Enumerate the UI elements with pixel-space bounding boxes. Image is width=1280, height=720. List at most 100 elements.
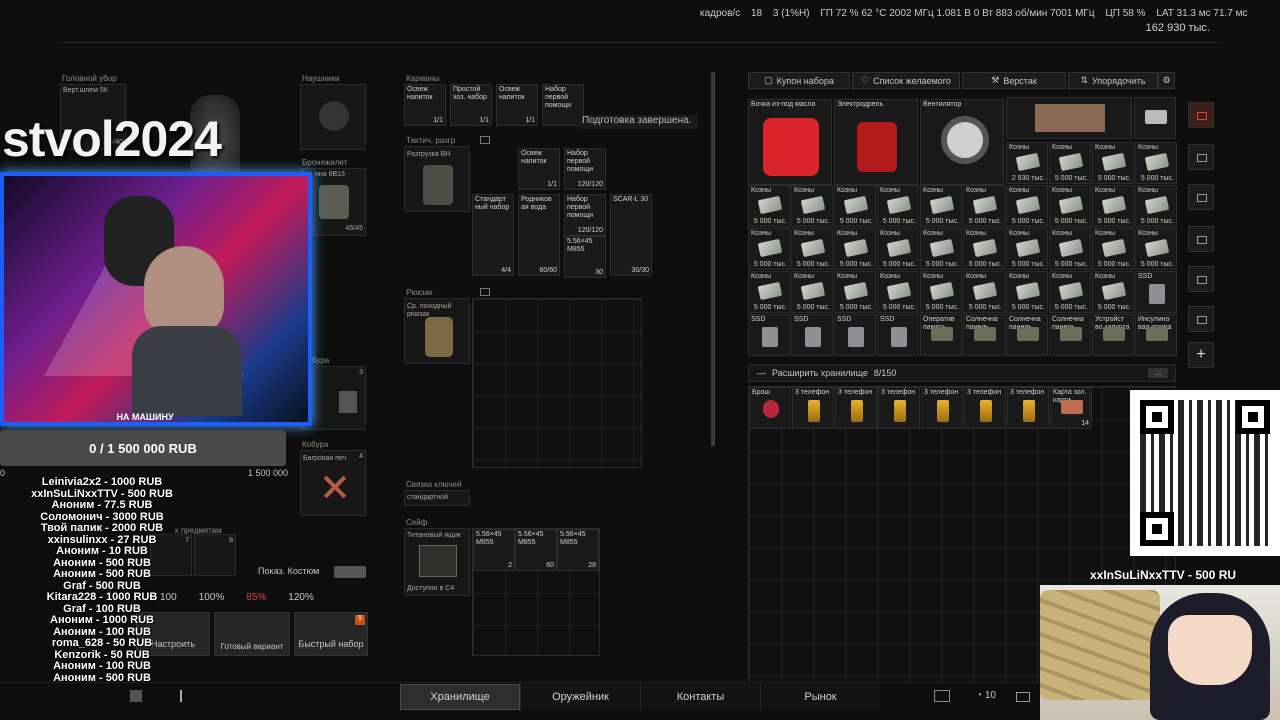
phone-item[interactable]: 3 телефон	[964, 387, 1006, 429]
stash-tab-4[interactable]	[1188, 266, 1214, 292]
money-stack[interactable]: Козны 5 000 тыс.	[1006, 228, 1048, 270]
money-stack[interactable]: Козны 5 000 тыс.	[1135, 185, 1177, 227]
money-stack[interactable]: Козны 5 000 тыс.	[834, 228, 876, 270]
backpack-grid[interactable]	[472, 298, 642, 468]
ammo-item[interactable]: 5.56×45 M855 2	[473, 529, 515, 571]
earpiece-slot[interactable]	[300, 84, 366, 150]
equipment-item[interactable]: Инсулино вая помпа	[1135, 314, 1177, 356]
rig-item[interactable]: Освеж напиток 1/1	[518, 148, 560, 190]
phone-item[interactable]: 3 телефон	[792, 387, 834, 429]
money-stack[interactable]: Козны 5 000 тыс.	[1092, 271, 1134, 313]
money-stack[interactable]: Козны 5 000 тыс.	[1049, 228, 1091, 270]
money-stack[interactable]: Козны 5 000 тыс.	[963, 228, 1005, 270]
money-stack[interactable]: Козны 5 000 тыс.	[1092, 185, 1134, 227]
ssd-item[interactable]: SSD	[877, 314, 919, 356]
ammo-item[interactable]: 5.56×45 M855 60	[515, 529, 557, 571]
card-item[interactable]: Карта зол. карта14	[1050, 387, 1092, 429]
ssd-item[interactable]: SSD	[834, 314, 876, 356]
rig-item[interactable]: Родников ая вода 60/60	[518, 194, 560, 276]
money-stack[interactable]: Козны 5 000 тыс.	[877, 185, 919, 227]
equipment-scrollbar[interactable]	[711, 72, 715, 446]
money-stack[interactable]: Козны 5 000 тыс.	[748, 228, 790, 270]
pocket-item[interactable]: Освеж напиток 1/1	[496, 84, 538, 126]
pocket-item[interactable]: Простой хоз. набор 1/1	[450, 84, 492, 126]
rig-slot[interactable]: Разгрузка ВН	[404, 146, 470, 212]
settings-button[interactable]: ⚙	[1158, 72, 1175, 89]
money-stack[interactable]: Козны 5 000 тыс.	[963, 185, 1005, 227]
money-stack[interactable]: Козны 5 000 тыс.	[1006, 185, 1048, 227]
money-stack[interactable]: Козны 5 000 тыс.	[1049, 271, 1091, 313]
costume-toggle[interactable]	[334, 566, 366, 578]
wishlist-button[interactable]: ♡ Список желаемого	[852, 72, 960, 89]
money-stack[interactable]: Козны 5 000 тыс.	[1135, 228, 1177, 270]
sort-button[interactable]: ⇅ Упорядочить	[1068, 72, 1158, 89]
tab-stash[interactable]: Хранилище	[400, 684, 520, 710]
money-stack[interactable]: Козны 2 930 тыс.	[1006, 142, 1048, 184]
equipment-item[interactable]: Солнечна панель	[963, 314, 1005, 356]
rig-item[interactable]: SCAR-L 30 30/30	[610, 194, 652, 276]
money-stack[interactable]: Козны 5 000 тыс.	[1049, 185, 1091, 227]
money-stack[interactable]: Козны 5 000 тыс.	[748, 185, 790, 227]
hideout-button[interactable]	[1188, 102, 1214, 128]
friends-icon[interactable]	[934, 690, 950, 702]
money-stack[interactable]: Козны 5 000 тыс.	[791, 271, 833, 313]
brooch-item[interactable]: Брош	[749, 387, 791, 429]
holster-slot[interactable]: Багровая печ 4	[300, 450, 366, 516]
money-stack[interactable]: Козны 5 000 тыс.	[834, 271, 876, 313]
phone-item[interactable]: 3 телефон	[878, 387, 920, 429]
tab-traders[interactable]: Контакты	[640, 684, 760, 710]
money-stack[interactable]: Козны 5 000 тыс.	[877, 228, 919, 270]
rig-item[interactable]: 5.56×45 M855 30	[564, 236, 606, 278]
ssd-item[interactable]: SSD	[1135, 271, 1177, 313]
backpack-slot[interactable]: Ср. походный рюкзак	[404, 298, 470, 364]
money-stack[interactable]: Козны 5 000 тыс.	[791, 228, 833, 270]
money-stack[interactable]: Козны 5 000 тыс.	[1006, 271, 1048, 313]
secure-grid[interactable]: 5.56×45 M855 2 5.56×45 M855 60 5.56×45 M85…	[472, 528, 600, 656]
equipment-item[interactable]: Солнечна панель	[1049, 314, 1091, 356]
flag-icon[interactable]	[180, 690, 190, 702]
phone-item[interactable]: 3 телефон	[835, 387, 877, 429]
equipment-item[interactable]: Солнечна панель	[1006, 314, 1048, 356]
home-icon[interactable]	[130, 690, 142, 702]
add-tab-button[interactable]: +	[1188, 342, 1214, 368]
phone-item[interactable]: 3 телефон	[1007, 387, 1049, 429]
stash-tab-3[interactable]	[1188, 226, 1214, 252]
more-options-button[interactable]: ...	[1148, 368, 1168, 378]
secure-container-slot[interactable]: Титановый ящик Доступно в C4	[404, 528, 470, 596]
money-stack[interactable]: Козны 5 000 тыс.	[791, 185, 833, 227]
backpack-search-icon[interactable]	[480, 288, 490, 296]
pocket-item[interactable]: Освеж напиток 1/1	[404, 84, 446, 126]
quick-set-button[interactable]: 5 Быстрый набор	[294, 612, 368, 656]
money-stack[interactable]: Козны 5 000 тыс.	[920, 185, 962, 227]
keychain-slot[interactable]: стандартной	[404, 490, 470, 506]
stash-tab-2[interactable]	[1188, 184, 1214, 210]
equipment-item[interactable]: Оператив память	[920, 314, 962, 356]
toolbox-item[interactable]	[1006, 97, 1132, 139]
money-stack[interactable]: Козны 5 000 тыс.	[920, 228, 962, 270]
workbench-button[interactable]: ⚒ Верстак	[962, 72, 1066, 89]
coupon-button[interactable]: ▢ Купон набора	[748, 72, 850, 89]
money-stack[interactable]: Козны 5 000 тыс.	[1049, 142, 1091, 184]
ssd-item[interactable]	[1134, 97, 1176, 139]
money-stack[interactable]: Козны 5 000 тыс.	[1135, 142, 1177, 184]
ssd-item[interactable]: SSD	[748, 314, 790, 356]
money-stack[interactable]: Козны 5 000 тыс.	[748, 271, 790, 313]
money-stack[interactable]: Козны 5 000 тыс.	[963, 271, 1005, 313]
rig-item[interactable]: Набор первой помощи 120/120	[564, 148, 606, 190]
money-stack[interactable]: Козны 5 000 тыс.	[920, 271, 962, 313]
rig-search-icon[interactable]	[480, 136, 490, 144]
tab-flea-market[interactable]: Рынок	[760, 684, 880, 710]
notifications-count[interactable]: ◔ 10	[976, 690, 996, 701]
expand-stash-bar[interactable]: — Расширить хранилище 8/150	[748, 364, 1176, 382]
chat-icon[interactable]	[1016, 692, 1030, 702]
ammo-item[interactable]: 5.56×45 M855 28	[557, 529, 599, 571]
stash-tab-5[interactable]	[1188, 306, 1214, 332]
money-stack[interactable]: Козны 5 000 тыс.	[1092, 142, 1134, 184]
phone-item[interactable]: 3 телефон	[921, 387, 963, 429]
money-stack[interactable]: Козны 5 000 тыс.	[1092, 228, 1134, 270]
tab-gunsmith[interactable]: Оружейник	[520, 684, 640, 710]
ssd-item[interactable]: SSD	[791, 314, 833, 356]
stash-tab-1[interactable]	[1188, 144, 1214, 170]
money-stack[interactable]: Козны 5 000 тыс.	[834, 185, 876, 227]
money-stack[interactable]: Козны 5 000 тыс.	[877, 271, 919, 313]
